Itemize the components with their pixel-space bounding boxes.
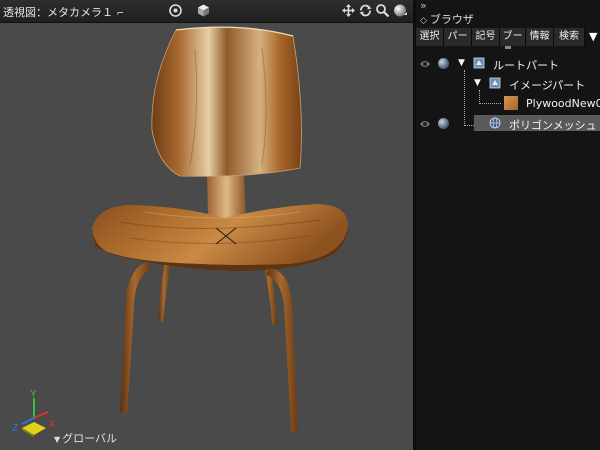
expand-arrow-icon[interactable]: ▼ [474,78,481,88]
tab-search[interactable]: 検索 [554,28,585,46]
camera-title-menu[interactable]: 透視図：メタカメラ１ ⌐ [3,4,124,20]
browser-title-bar: ◇ ブラウザ [420,11,474,27]
zoom-icon[interactable] [375,3,390,18]
tab-select[interactable]: 選択 [416,28,444,46]
coordinate-space-menu[interactable]: ▼ グローバル [54,430,117,446]
tab-symbols[interactable]: 記号 [472,28,500,46]
sphere-icon[interactable] [393,3,408,18]
tab-parts[interactable]: パー [444,28,472,46]
image-part-icon [489,77,501,89]
scene-canvas[interactable] [0,22,413,450]
tree-label: イメージパート [509,79,586,92]
material-ball-icon[interactable] [438,118,449,129]
tree-connector [479,90,480,104]
texture-thumbnail-icon [504,96,518,110]
move-icon[interactable] [341,3,356,18]
target-icon[interactable] [168,3,183,18]
tree-connector [479,103,501,104]
visibility-eye-icon[interactable] [419,59,431,69]
axis-gizmo-icon[interactable]: Y X Z [8,384,60,440]
cube-icon[interactable] [196,3,211,18]
tree-label: ルートパート [493,59,559,72]
browser-panel: » ◇ ブラウザ 選択 パー 記号 ブー 情報 検索 ▼ ▼ ルートパート ▼ … [416,0,600,450]
mesh-globe-icon [489,117,501,129]
x-axis-label: X [49,419,56,430]
tree-connector [464,70,465,126]
tree-label: ポリゴンメッシュ [509,119,597,132]
camera-menu-caret: ⌐ [116,9,125,19]
coordinate-menu-caret: ▼ [54,435,61,444]
chair-backrest [151,26,302,177]
expand-arrow-icon[interactable]: ▼ [458,58,465,68]
coordinate-space-label: グローバル [62,432,118,445]
z-axis-label: Z [12,423,18,434]
diamond-icon: ◇ [420,16,427,26]
viewport-toolbar: 透視図：メタカメラ１ ⌐ [0,0,413,23]
camera-title: 透視図：メタカメラ１ [3,6,113,19]
tree-label: PlywoodNew00 [526,97,600,110]
part-icon [473,57,485,69]
tab-scroll-indicator [505,46,511,49]
material-ball-icon[interactable] [438,58,449,69]
browser-title: ブラウザ [429,13,474,26]
y-axis-label: Y [30,389,37,400]
tab-booleans[interactable]: ブー [500,28,526,46]
rotate-icon[interactable] [358,3,373,18]
browser-tabs: 選択 パー 記号 ブー 情報 検索 ▼ [416,28,600,46]
chair-spine [207,176,246,218]
tab-info[interactable]: 情報 [526,28,554,46]
visibility-eye-icon[interactable] [419,119,431,129]
3d-viewport[interactable]: 透視図：メタカメラ１ ⌐ Y X Z ▼ グローバル [0,0,413,450]
tab-menu-button[interactable]: ▼ [589,30,597,43]
